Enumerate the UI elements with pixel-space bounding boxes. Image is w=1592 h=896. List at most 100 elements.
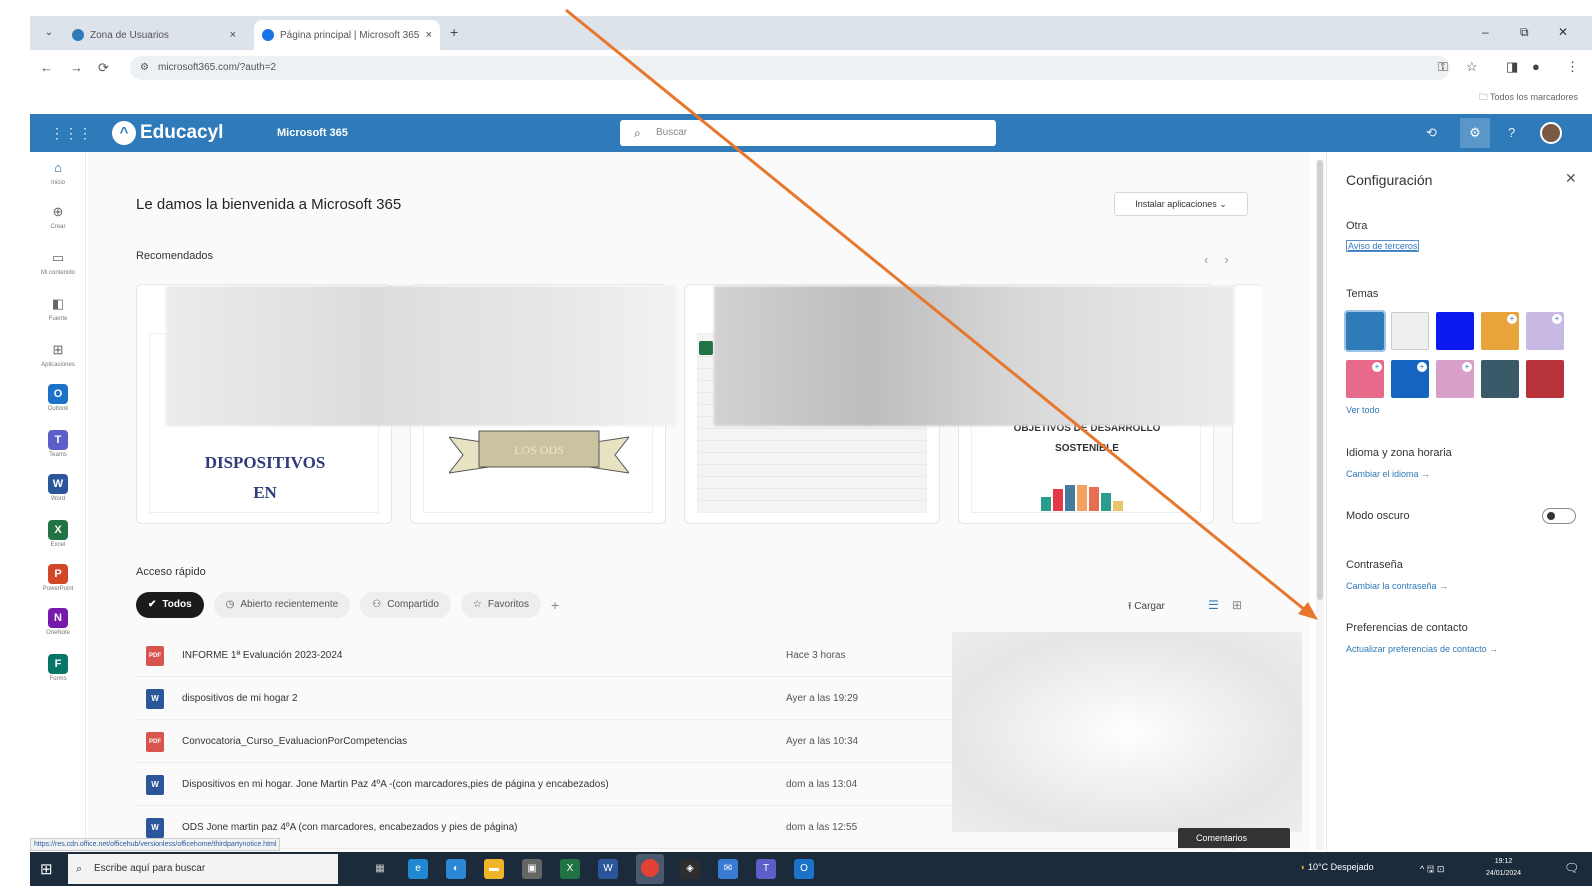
back-icon[interactable]: ← — [40, 60, 53, 75]
copilot-icon[interactable]: ⟲ — [1426, 125, 1437, 141]
file-explorer-icon[interactable]: ▬ — [484, 859, 504, 879]
third-party-notice-link[interactable]: Aviso de terceros — [1346, 240, 1420, 252]
app-launcher-icon[interactable]: ⋮⋮⋮ — [50, 126, 92, 140]
site-info-icon[interactable]: ⚙ — [140, 56, 149, 80]
scrollbar-thumb[interactable] — [1317, 160, 1323, 600]
all-bookmarks[interactable]: 🗀 Todos los marcadores — [1479, 90, 1578, 106]
window-close-button[interactable]: ✕ — [1558, 25, 1568, 39]
filter-all[interactable]: ✔ Todos — [136, 592, 204, 618]
filter-recent[interactable]: ◷ Abierto recientemente — [213, 592, 351, 618]
restore-button[interactable]: ⧉ — [1520, 25, 1529, 40]
dark-mode-heading: Modo oscuro — [1346, 510, 1410, 522]
rail-item-mi-contenido[interactable]: ▭ Mi contenido — [30, 248, 86, 276]
add-filter-button[interactable]: + — [551, 592, 559, 618]
blurred-region — [952, 632, 1302, 832]
forward-icon[interactable]: → — [70, 60, 83, 75]
close-icon[interactable]: ✕ — [1565, 170, 1577, 187]
theme-mountain[interactable] — [1481, 360, 1519, 398]
profile-icon[interactable]: ● — [1532, 59, 1540, 74]
weather-widget[interactable]: ◗ 10°C Despejado — [1300, 862, 1374, 872]
rail-item-fuente[interactable]: ◧ Fuente — [30, 294, 86, 322]
theme-blue-selected[interactable] — [1344, 310, 1386, 352]
see-all-themes-link[interactable]: Ver todo — [1346, 405, 1380, 415]
file-name[interactable]: Dispositivos en mi hogar. Jone Martin Pa… — [182, 779, 609, 790]
comments-button[interactable]: Comentarios — [1178, 828, 1290, 848]
rail-item-inicio[interactable]: ⌂ Inicio — [30, 158, 86, 186]
dark-mode-toggle[interactable] — [1542, 508, 1576, 524]
tab-close-icon[interactable]: × — [426, 29, 432, 41]
rail-item-word[interactable]: W Word — [30, 474, 86, 502]
help-icon[interactable]: ? — [1508, 125, 1515, 140]
carousel-next-icon[interactable]: › — [1224, 252, 1228, 267]
clock[interactable]: 19:12 24/01/2024 — [1486, 856, 1521, 880]
theme-sunset[interactable]: + — [1481, 312, 1519, 350]
notification-icon[interactable]: 🗨 — [1564, 861, 1579, 875]
taskbar-search-input[interactable]: ⌕ Escribe aquí para buscar — [68, 854, 338, 884]
file-date: dom a las 13:04 — [786, 779, 858, 790]
chrome-taskbar-icon[interactable] — [636, 854, 664, 884]
theme-dark-blue[interactable]: + — [1391, 360, 1429, 398]
chrome-menu-icon[interactable]: ⋮ — [1566, 59, 1579, 75]
app-icon[interactable]: ◐ — [446, 859, 466, 879]
task-view-icon[interactable]: ▦ — [370, 859, 390, 879]
system-tray[interactable]: ^ 🖫 ⊡ — [1420, 862, 1444, 878]
security-icon[interactable]: ◈ — [680, 859, 700, 879]
rail-item-aplicaciones[interactable]: ⊞ Aplicaciones — [30, 340, 86, 368]
tab-search-dropdown[interactable]: ⌄ — [40, 24, 58, 42]
main-scrollbar[interactable] — [1316, 160, 1324, 850]
theme-pastel[interactable]: + — [1526, 312, 1564, 350]
list-view-icon[interactable]: ☰ — [1208, 598, 1219, 612]
rail-item-forms[interactable]: F Forms — [30, 654, 86, 682]
tab-zona-usuarios[interactable]: Zona de Usuarios × — [64, 20, 244, 50]
search-input[interactable]: ⌕ Buscar — [620, 120, 996, 146]
avatar[interactable] — [1540, 122, 1562, 144]
change-password-link[interactable]: Cambiar la contraseña → — [1346, 581, 1448, 591]
filter-shared[interactable]: ⚇ Compartido — [360, 592, 451, 618]
bookmark-star-icon[interactable]: ☆ — [1466, 59, 1478, 75]
update-contact-link[interactable]: Actualizar preferencias de contacto → — [1346, 644, 1498, 654]
outlook-taskbar-icon[interactable]: O — [794, 859, 814, 879]
tab-close-icon[interactable]: × — [230, 29, 236, 41]
edge-icon[interactable]: e — [408, 859, 428, 879]
rail-item-powerpoint[interactable]: P PowerPoint — [30, 564, 86, 592]
rail-item-onenote[interactable]: N OneNote — [30, 608, 86, 636]
tab-microsoft-365[interactable]: Página principal | Microsoft 365 × — [254, 20, 440, 50]
password-key-icon[interactable]: ⚿ — [1438, 59, 1448, 75]
grid-view-icon[interactable]: ⊞ — [1232, 598, 1242, 612]
file-name[interactable]: ODS Jone martin paz 4ºA (con marcadores,… — [182, 822, 518, 833]
rail-item-excel[interactable]: X Excel — [30, 520, 86, 548]
carousel-prev-icon[interactable]: ‹ — [1204, 252, 1208, 267]
theme-floral[interactable]: + — [1436, 360, 1474, 398]
excel-taskbar-icon[interactable]: X — [560, 859, 580, 879]
recommended-card-5[interactable] — [1232, 284, 1262, 524]
word-taskbar-icon[interactable]: W — [598, 859, 618, 879]
teams-taskbar-icon[interactable]: T — [756, 859, 776, 879]
change-language-link[interactable]: Cambiar el idioma → — [1346, 469, 1430, 479]
reload-icon[interactable]: ⟳ — [98, 60, 109, 76]
theme-red-city[interactable] — [1526, 360, 1564, 398]
address-bar[interactable]: ⚙ microsoft365.com/?auth=2 — [130, 56, 1450, 80]
install-apps-button[interactable]: Instalar aplicaciones ⌄ — [1114, 192, 1248, 216]
brand-logo[interactable]: ^ Educacyl — [112, 121, 223, 145]
filter-favorites[interactable]: ☆ Favoritos — [460, 592, 541, 618]
rail-item-teams[interactable]: T Teams — [30, 430, 86, 458]
minimize-button[interactable]: – — [1482, 25, 1489, 39]
app-name[interactable]: Microsoft 365 — [277, 127, 348, 139]
store-icon[interactable]: ▣ — [522, 859, 542, 879]
theme-colorful[interactable]: + — [1346, 360, 1384, 398]
settings-gear-icon[interactable]: ⚙ — [1460, 118, 1490, 148]
file-name[interactable]: Convocatoria_Curso_EvaluacionPorCompeten… — [182, 736, 407, 747]
file-name[interactable]: dispositivos de mi hogar 2 — [182, 693, 298, 704]
theme-light-gray[interactable] — [1391, 312, 1429, 350]
windows-start-icon[interactable]: ⊞ — [40, 860, 53, 878]
new-tab-button[interactable]: + — [450, 24, 458, 40]
rail-item-crear[interactable]: ⊕ Crear — [30, 202, 86, 230]
rail-item-outlook[interactable]: O Outlook — [30, 384, 86, 412]
screenshot-frame: ⌄ Zona de Usuarios × Página principal | … — [18, 0, 1592, 896]
left-app-rail: ⌂ Inicio ⊕ Crear ▭ Mi contenido ◧ Fuente ⊞ Aplica… — [30, 152, 86, 852]
upload-button[interactable]: ⭱ Cargar — [1128, 599, 1165, 616]
side-panel-icon[interactable]: ◨ — [1506, 59, 1518, 75]
file-name[interactable]: INFORME 1ª Evaluación 2023-2024 — [182, 650, 342, 661]
mail-icon[interactable]: ✉ — [718, 859, 738, 879]
theme-bright-blue[interactable] — [1436, 312, 1474, 350]
